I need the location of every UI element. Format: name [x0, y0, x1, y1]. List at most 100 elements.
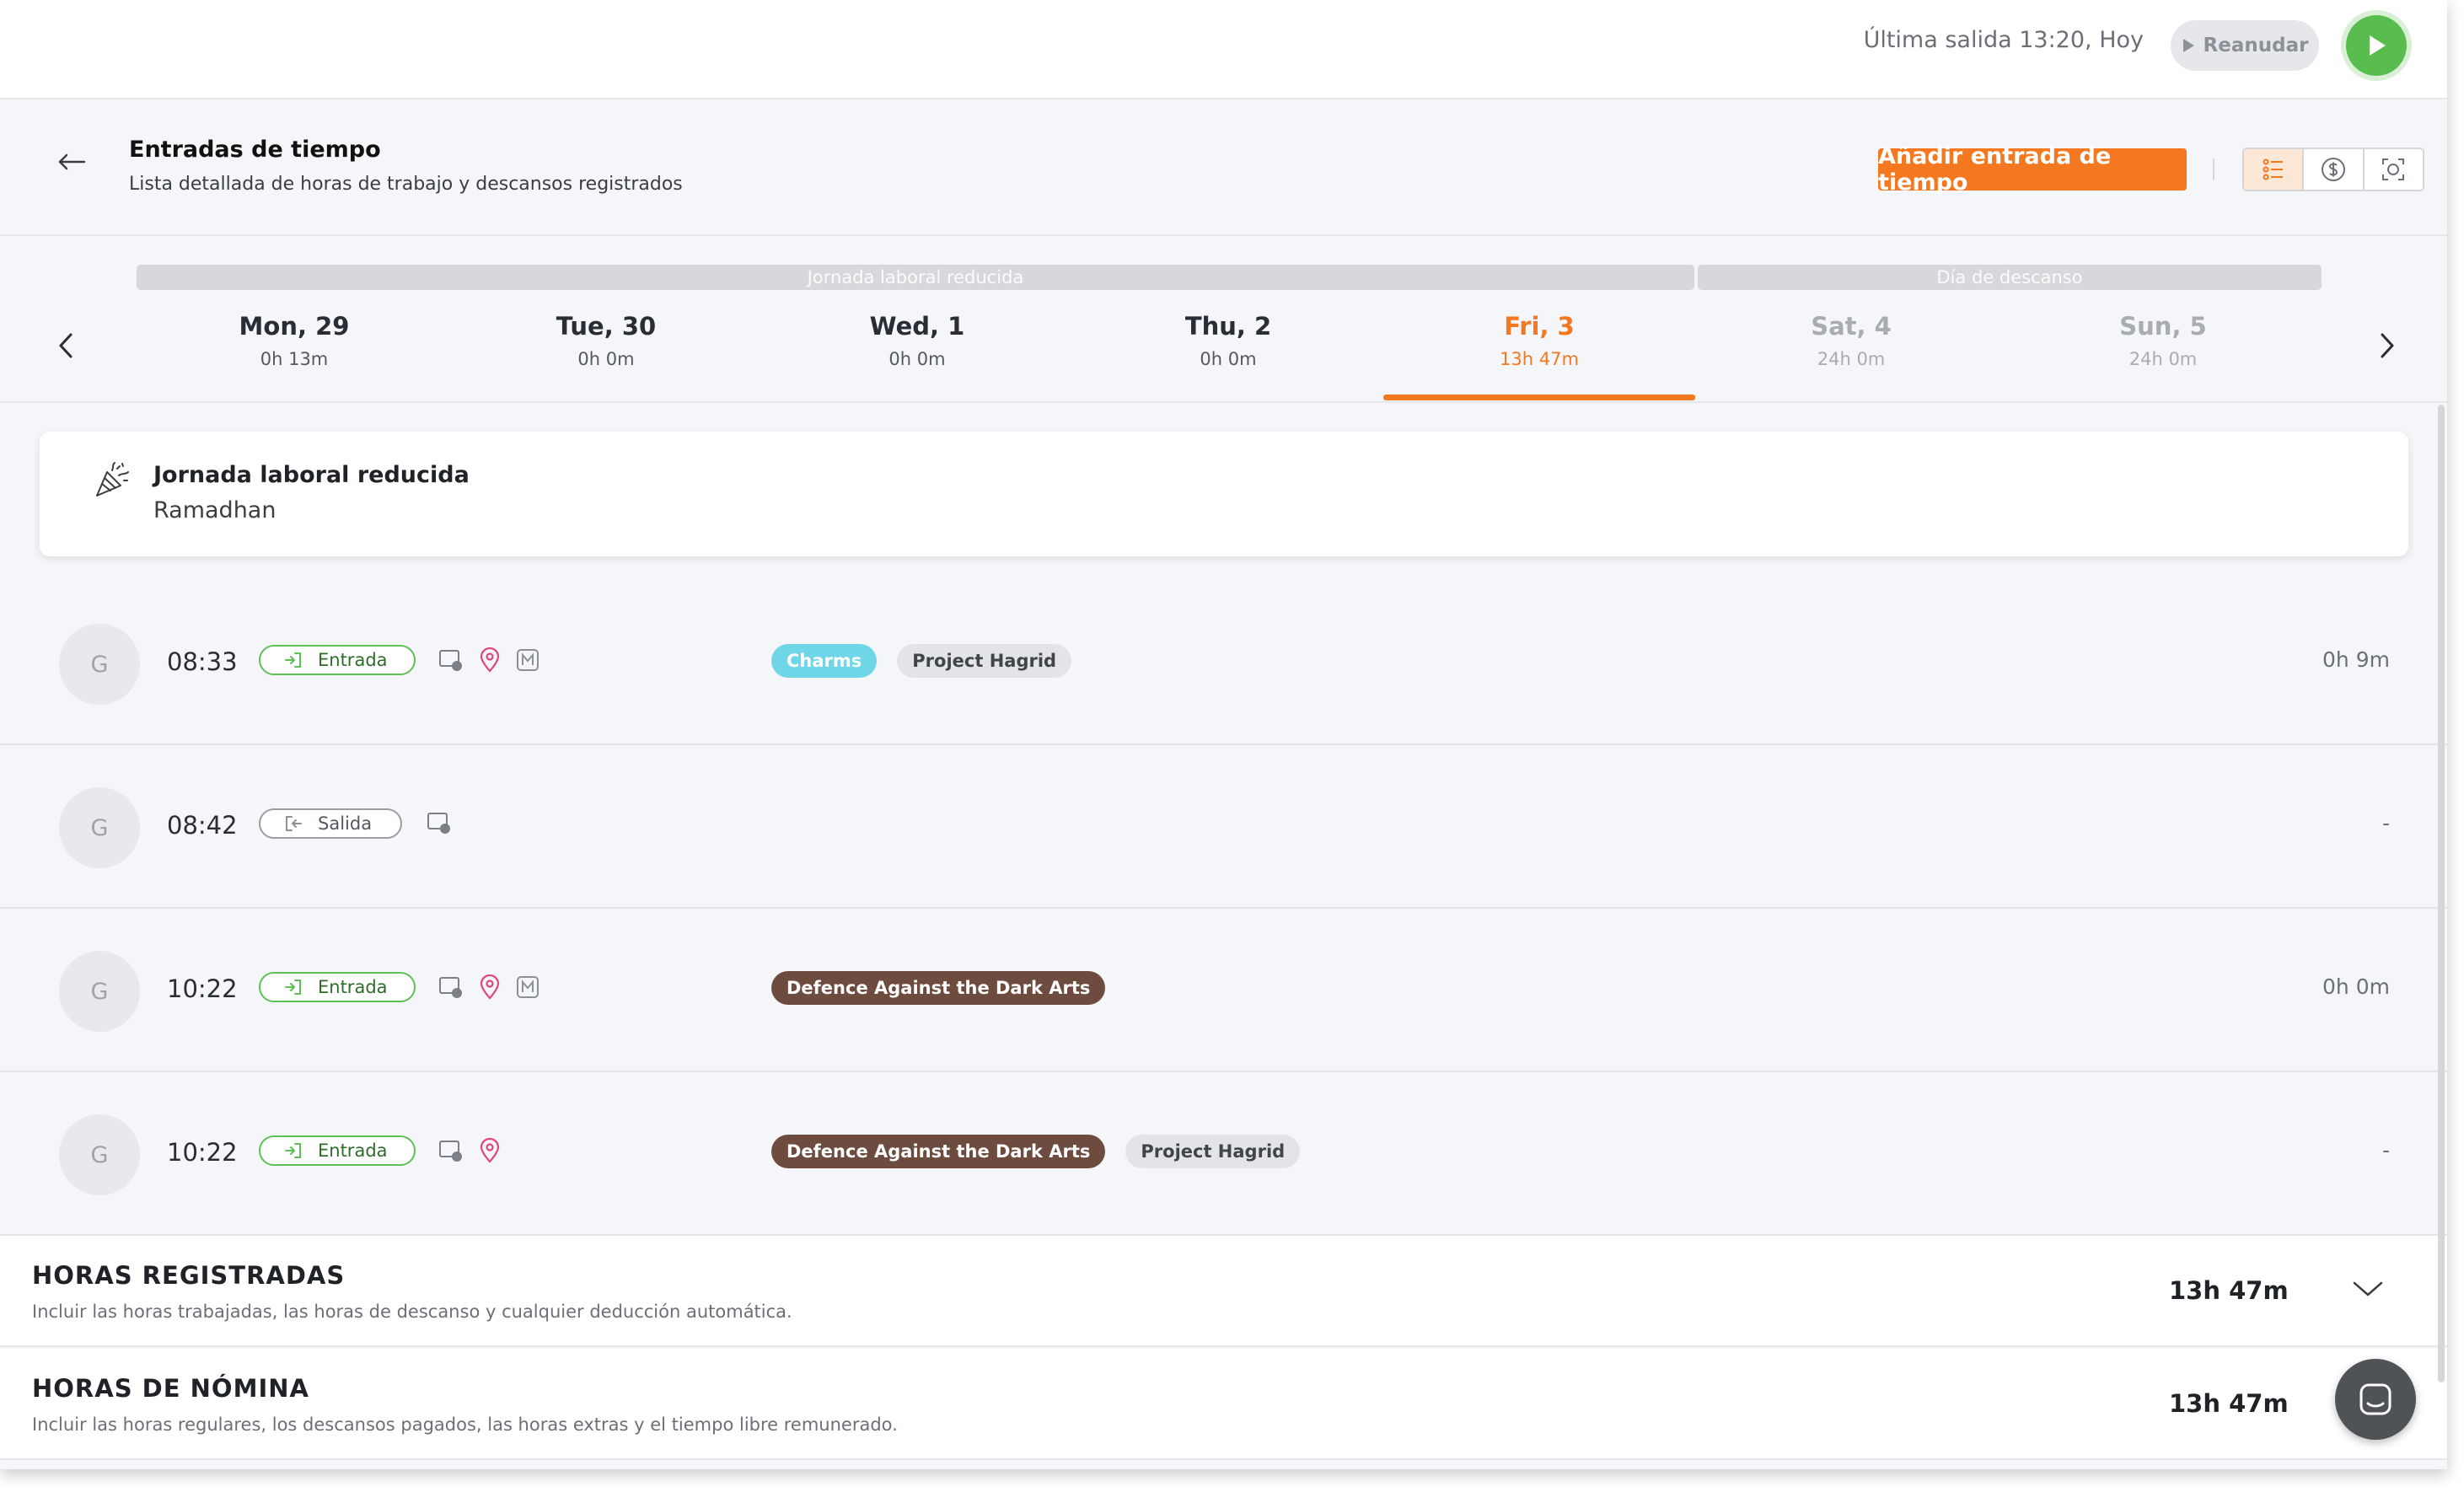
device-icon — [439, 977, 462, 998]
clock-in-icon — [285, 1143, 301, 1158]
resume-button[interactable]: Reanudar — [2171, 20, 2319, 71]
recorded-hours-value: 13h 47m — [2169, 1276, 2289, 1305]
back-button[interactable] — [57, 153, 86, 170]
payroll-hours-description: Incluir las horas regulares, los descans… — [32, 1414, 898, 1435]
time-entry-row[interactable]: G 10:22 Entrada Defence Against the Dark… — [0, 909, 2447, 1072]
avatar: G — [59, 624, 140, 705]
list-view-button[interactable] — [2244, 149, 2305, 190]
day-sat-4[interactable]: Sat, 4 24h 0m — [1695, 312, 2007, 369]
avatar: G — [59, 1114, 140, 1195]
party-popper-icon — [94, 460, 132, 499]
payroll-hours-title: HORAS DE NÓMINA — [32, 1374, 309, 1403]
day-hours: 13h 47m — [1500, 349, 1579, 369]
day-hours: 24h 0m — [2128, 349, 2198, 369]
scrollbar[interactable] — [2438, 405, 2445, 1382]
week-selector: Jornada laboral reducida Día de descanso… — [0, 238, 2447, 403]
location-pin-icon — [480, 1138, 500, 1163]
expand-button[interactable] — [2352, 1280, 2384, 1298]
location-pin-icon — [480, 974, 500, 1000]
back-arrow-icon — [58, 153, 86, 170]
entry-icons — [438, 647, 540, 673]
day-hours: 0h 13m — [260, 349, 329, 369]
day-hours: 0h 0m — [1200, 349, 1257, 369]
view-toggle — [2242, 148, 2424, 191]
entry-time: 10:22 — [167, 1138, 238, 1167]
day-hours: 0h 0m — [577, 349, 635, 369]
recorded-hours-summary[interactable]: HORAS REGISTRADAS Incluir las horas trab… — [0, 1236, 2447, 1347]
project-tag: Project Hagrid — [897, 644, 1072, 678]
activity-tag: Defence Against the Dark Arts — [771, 1135, 1106, 1168]
time-entry-row[interactable]: G 10:22 Entrada Defence Against the Dark… — [0, 1072, 2447, 1236]
scan-view-button[interactable] — [2365, 149, 2423, 190]
entry-type-label: Salida — [318, 813, 373, 834]
chevron-right-icon — [2381, 333, 2394, 358]
page-title: Entradas de tiempo — [129, 137, 381, 163]
top-bar: Última salida 13:20, Hoy Reanudar — [0, 0, 2447, 99]
day-thu-2[interactable]: Thu, 2 0h 0m — [1072, 312, 1384, 369]
dollar-icon — [2321, 158, 2345, 181]
clock-in-badge: Entrada — [259, 645, 416, 675]
day-name: Fri, 3 — [1504, 312, 1575, 341]
activity-tag: Defence Against the Dark Arts — [771, 971, 1106, 1005]
day-hours: 24h 0m — [1817, 349, 1886, 369]
pay-view-button[interactable] — [2304, 149, 2365, 190]
location-pin-icon — [480, 647, 500, 673]
day-name: Wed, 1 — [869, 312, 965, 341]
chat-button[interactable] — [2335, 1359, 2416, 1440]
clock-out-badge: Salida — [259, 808, 402, 839]
device-icon — [439, 650, 462, 671]
entry-duration: - — [2381, 811, 2390, 835]
entry-icons — [438, 974, 540, 1000]
day-name: Tue, 30 — [556, 312, 657, 341]
app-window: Última salida 13:20, Hoy Reanudar Entrad… — [0, 0, 2447, 1469]
chevron-down-icon — [2353, 1281, 2383, 1296]
entry-tags: Defence Against the Dark Arts — [771, 971, 1106, 1005]
clock-out-icon — [286, 816, 302, 831]
device-icon — [439, 1141, 462, 1162]
entry-time: 08:42 — [167, 811, 238, 840]
recorded-hours-title: HORAS REGISTRADAS — [32, 1261, 346, 1290]
divider — [2213, 158, 2214, 180]
manual-icon — [517, 649, 539, 671]
manual-icon — [517, 976, 539, 998]
entry-type-label: Entrada — [318, 650, 388, 670]
clock-in-icon — [285, 652, 301, 668]
last-clock-out-text: Última salida 13:20, Hoy — [1863, 27, 2144, 53]
previous-week-button[interactable] — [57, 332, 74, 359]
day-tue-30[interactable]: Tue, 30 0h 0m — [450, 312, 762, 369]
entry-duration: - — [2381, 1138, 2390, 1162]
page-subtitle: Lista detallada de horas de trabajo y de… — [129, 174, 683, 195]
chevron-left-icon — [59, 333, 72, 358]
time-entry-row[interactable]: G 08:42 Salida - — [0, 745, 2447, 909]
day-wed-1[interactable]: Wed, 1 0h 0m — [761, 312, 1073, 369]
avatar: G — [59, 787, 140, 868]
chat-icon — [2359, 1383, 2392, 1415]
day-name: Sat, 4 — [1811, 312, 1892, 341]
entry-icons — [438, 1138, 501, 1163]
day-sun-5[interactable]: Sun, 5 24h 0m — [2007, 312, 2319, 369]
day-fri-3[interactable]: Fri, 3 13h 47m — [1383, 312, 1695, 369]
entry-time: 10:22 — [167, 974, 238, 1003]
next-week-button[interactable] — [2379, 332, 2396, 359]
day-name: Mon, 29 — [239, 312, 350, 341]
clock-in-play-button[interactable] — [2346, 15, 2407, 76]
payroll-hours-value: 13h 47m — [2169, 1389, 2289, 1418]
day-mon-29[interactable]: Mon, 29 0h 13m — [138, 312, 450, 369]
entry-duration: 0h 9m — [2322, 647, 2390, 672]
resume-label: Reanudar — [2203, 35, 2309, 56]
clock-in-badge: Entrada — [259, 1135, 416, 1166]
entry-time: 08:33 — [167, 647, 238, 676]
play-icon — [2370, 35, 2386, 56]
day-name: Thu, 2 — [1184, 312, 1272, 341]
clock-in-icon — [285, 980, 301, 995]
time-entry-row[interactable]: G 08:33 Entrada Charms Project Hagrid 0h… — [0, 582, 2447, 745]
scan-icon — [2382, 158, 2405, 180]
reduced-workday-band: Jornada laboral reducida — [137, 265, 1694, 290]
rest-day-band: Día de descanso — [1698, 265, 2322, 290]
project-tag: Project Hagrid — [1125, 1135, 1301, 1168]
entry-icons — [427, 811, 452, 835]
play-small-icon — [2182, 39, 2194, 52]
add-time-entry-button[interactable]: Añadir entrada de tiempo — [1878, 143, 2187, 196]
entry-type-label: Entrada — [318, 977, 388, 997]
holiday-name: Ramadhan — [153, 497, 276, 523]
